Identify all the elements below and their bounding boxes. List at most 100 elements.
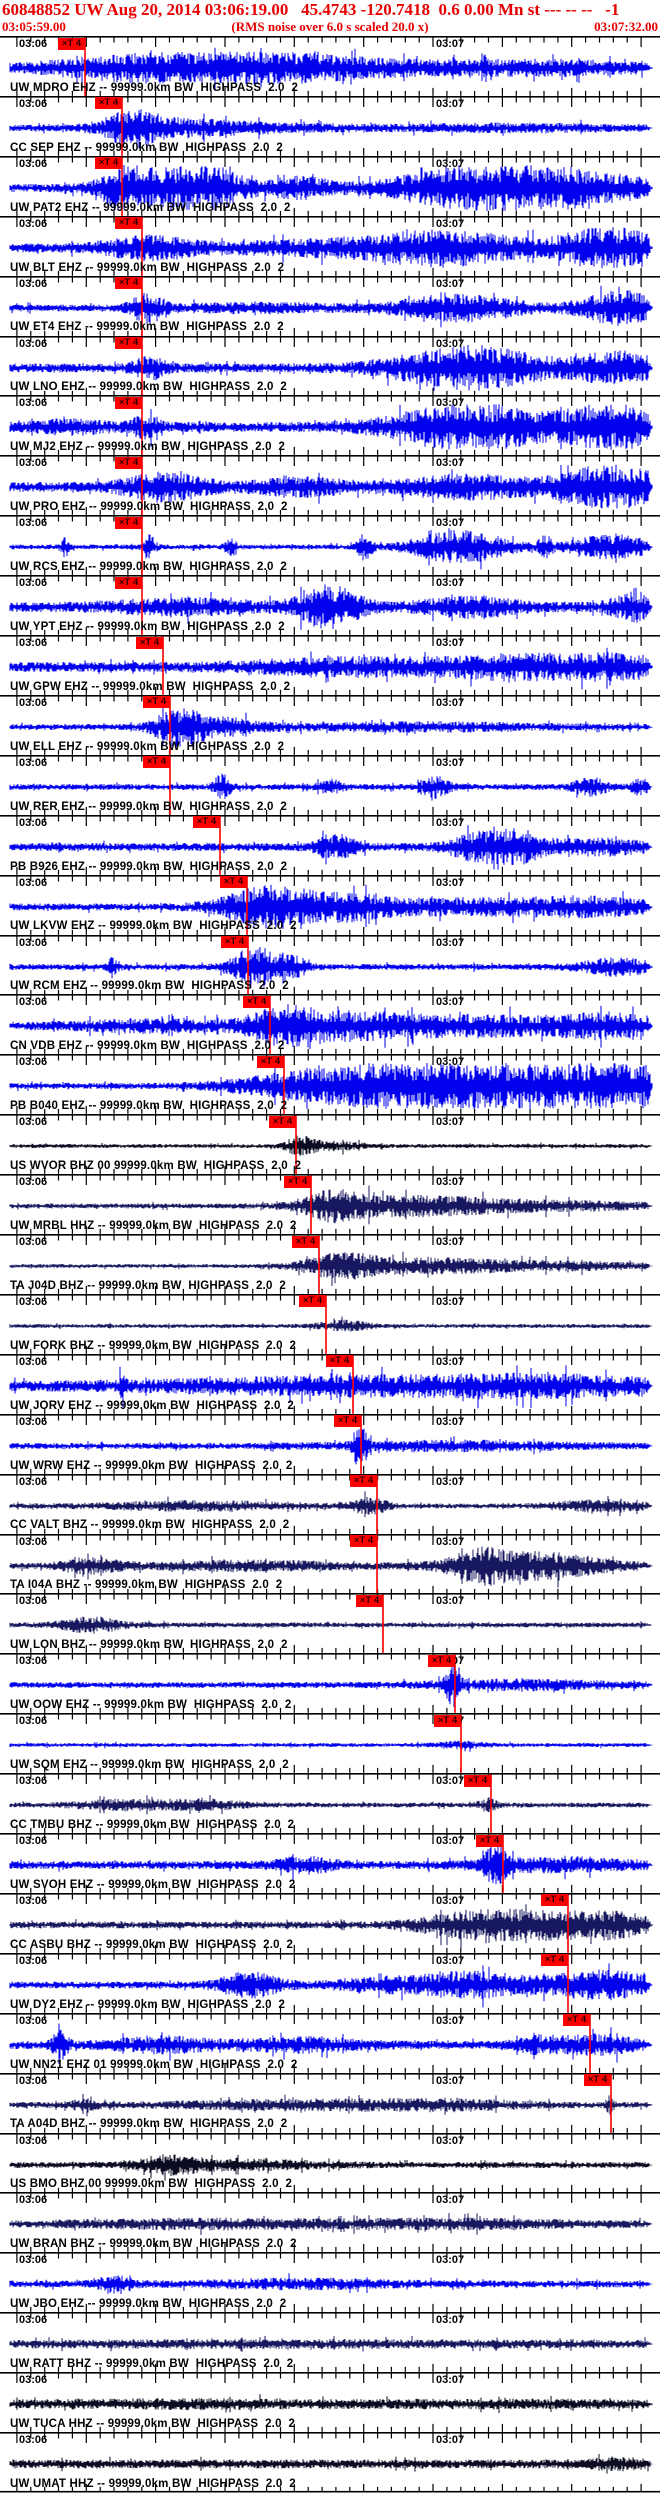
trace-time-label-right: 03:07	[436, 1595, 465, 1608]
pick-marker-label: ×T 4	[295, 1235, 316, 1247]
pick-marker[interactable]: ×T 4	[143, 756, 170, 769]
trace-time-label-right: 03:07	[436, 996, 465, 1009]
station-label: TA I04A BHZ -- 99999.0km BW HIGHPASS 2.0…	[10, 1579, 283, 1592]
pick-marker[interactable]: ×T 4	[350, 1535, 377, 1547]
pick-marker[interactable]: ×T 4	[143, 696, 170, 709]
station-label: UW DY2 EHZ -- 99999.0km BW HIGHPASS 2.0 …	[10, 1998, 286, 2011]
pick-marker[interactable]: ×T 4	[220, 876, 247, 889]
station-label: UW LON BHZ -- 99999.0km BW HIGHPASS 2.0 …	[10, 1639, 288, 1652]
pick-marker[interactable]: ×T 4	[243, 995, 270, 1008]
trace-row: 03:0603:07×T 4UW OOW EHZ -- 99999.0km BW…	[0, 1653, 660, 1714]
pick-marker-label: ×T 4	[260, 1055, 281, 1067]
pick-marker[interactable]: ×T 4	[193, 816, 220, 829]
pick-marker[interactable]: ×T 4	[584, 2074, 611, 2087]
trace-divider	[0, 1293, 660, 1296]
pick-marker[interactable]: ×T 4	[428, 1654, 455, 1667]
trace-row: 03:06 03:07 UW BRAN BHZ -- 99999.0km BW HI…	[0, 2192, 660, 2253]
trace-time-label-left: 03:06	[19, 2254, 48, 2267]
station-label: UW RER EHZ -- 99999.0km BW HIGHPASS 2.0 …	[10, 800, 287, 813]
pick-marker[interactable]: ×T 4	[115, 277, 142, 290]
trace-time-label-right: 03:07	[436, 157, 465, 170]
trace-time-label-right: 03:07	[436, 2134, 465, 2147]
trace-time-label-left: 03:06	[19, 2074, 48, 2087]
pick-marker-label: ×T 4	[337, 1415, 358, 1427]
pick-marker[interactable]: ×T 4	[95, 97, 122, 110]
trace-divider	[0, 1713, 660, 1715]
pick-marker[interactable]: ×T 4	[284, 1175, 311, 1188]
pick-marker[interactable]: ×T 4	[115, 456, 142, 469]
trace-time-label-right: 03:07	[436, 577, 465, 590]
pick-marker[interactable]: ×T 4	[434, 1714, 461, 1727]
pick-marker[interactable]: ×T 4	[221, 936, 248, 948]
pick-marker-label: ×T 4	[359, 1594, 380, 1606]
trace-row: 03:06 03:07 ×T 4 UW BLT EHZ -- 99999.0km BW…	[0, 215, 660, 276]
trace-row: 03:06 03:07 UW RATT BHZ -- 99999.0km BW HI…	[0, 2312, 660, 2373]
waveform-trace	[9, 1795, 653, 1815]
pick-marker[interactable]: ×T 4	[541, 1954, 568, 1967]
pick-marker-label: ×T 4	[118, 516, 139, 528]
waveform-trace	[9, 1185, 653, 1225]
trace-row: 03:06 03:07 ×T 4 UW LKVW EHZ -- 99999.0km B…	[0, 874, 660, 935]
pick-marker[interactable]: ×T 4	[334, 1415, 361, 1428]
trace-time-label-right: 03:07	[436, 2014, 465, 2027]
trace-row: 03:06 03:07 UW JBO EHZ -- 99999.0km BW HIG…	[0, 2252, 660, 2313]
pick-marker[interactable]: ×T 4	[464, 1774, 491, 1787]
pick-marker[interactable]: ×T 4	[58, 37, 85, 50]
trace-time-label-right: 03:07	[436, 876, 465, 889]
trace-time-label-right: 03:07	[436, 756, 465, 769]
pick-marker[interactable]: ×T 4	[115, 217, 142, 230]
trace-divider	[0, 2312, 660, 2314]
trace-row: 03:06 03:07 ×T 4 UW MDRO EHZ -- 99999.0km B…	[0, 36, 660, 96]
station-label: UW MJ2 EHZ -- 99999.0km BW HIGHPASS 2.0 …	[10, 441, 286, 454]
pick-marker[interactable]: ×T 4	[136, 636, 163, 649]
trace-time-label-right: 03:07	[436, 936, 465, 949]
trace-divider	[0, 1773, 660, 1775]
pick-marker[interactable]: ×T 4	[115, 516, 142, 529]
pick-marker-label: ×T 4	[224, 936, 245, 947]
pick-marker[interactable]: ×T 4	[350, 1475, 377, 1488]
pick-marker-label: ×T 4	[139, 636, 160, 648]
pick-marker[interactable]: ×T 4	[299, 1295, 326, 1308]
pick-marker[interactable]: ×T 4	[563, 2014, 590, 2027]
trace-divider	[0, 2192, 660, 2194]
waveform-trace	[9, 1135, 653, 1157]
trace-time-label-left: 03:06	[19, 2434, 48, 2446]
trace-time-label-right: 03:07	[436, 1116, 465, 1129]
pick-marker[interactable]: ×T 4	[326, 1355, 353, 1368]
trace-time-label-right: 03:07	[436, 2074, 465, 2087]
trace-time-label-left: 03:06	[19, 696, 48, 709]
station-label: UW WRW EHZ -- 99999.0km BW HIGHPASS 2.0 …	[10, 1459, 293, 1472]
pick-marker[interactable]: ×T 4	[292, 1235, 319, 1248]
station-label: UW RCS EHZ -- 99999.0km BW HIGHPASS 2.0 …	[10, 561, 287, 574]
trace-row: 03:06 03:07 ×T 4 UW LNO EHZ -- 99999.0km BW…	[0, 335, 660, 396]
trace-time-label-left: 03:06	[19, 1535, 48, 1548]
pick-marker[interactable]: ×T 4	[476, 1834, 503, 1847]
waveform-trace	[9, 2093, 653, 2116]
station-label: UW MRBL HHZ -- 99999.0km BW HIGHPASS 2.0…	[10, 1219, 297, 1232]
trace-time-label-left: 03:06	[19, 2134, 48, 2147]
pick-marker[interactable]: ×T 4	[115, 576, 142, 589]
station-label: TA A04D BHZ -- 99999.0km BW HIGHPASS 2.0…	[10, 2118, 288, 2131]
pick-marker-label: ×T 4	[146, 696, 167, 708]
waveform-trace	[9, 2273, 653, 2295]
trace-time-label-right: 03:07	[436, 1475, 465, 1488]
pick-marker[interactable]: ×T 4	[269, 1115, 296, 1128]
trace-time-label-right: 03:07	[436, 1894, 465, 1907]
station-label: CC ASBU BHZ -- 99999.0km BW HIGHPASS 2.0…	[10, 1938, 294, 1951]
trace-divider	[0, 1653, 660, 1655]
pick-marker[interactable]: ×T 4	[541, 1894, 568, 1907]
pick-marker[interactable]: ×T 4	[257, 1055, 284, 1068]
trace-time-label-left: 03:06	[19, 1954, 48, 1967]
pick-marker[interactable]: ×T 4	[95, 157, 122, 170]
trace-time-label-right: 03:07	[436, 2374, 465, 2387]
pick-marker[interactable]: ×T 4	[115, 396, 142, 409]
trace-time-label-left: 03:06	[19, 1415, 48, 1428]
station-label: PB B040 EHZ -- 99999.0km BW HIGHPASS 2.0…	[10, 1100, 288, 1113]
pick-marker-label: ×T 4	[566, 2014, 587, 2026]
trace-row: 03:06 03:07 UW TUCA HHZ -- 99999.0km BW HI…	[0, 2372, 660, 2432]
pick-marker[interactable]: ×T 4	[356, 1594, 383, 1607]
trace-time-label-right: 03:07	[436, 517, 465, 530]
trace-time-label-right: 03:07	[436, 217, 465, 230]
station-label: US WVOR BHZ 00 99999.0km BW HIGHPASS 2.0…	[10, 1160, 302, 1173]
pick-marker[interactable]: ×T 4	[115, 337, 142, 349]
